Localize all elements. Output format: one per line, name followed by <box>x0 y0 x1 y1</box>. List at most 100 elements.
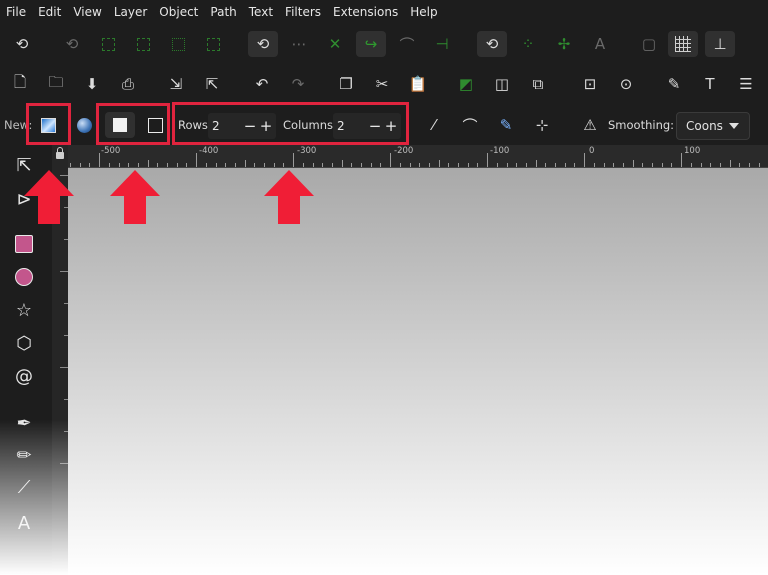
arrow-up-icon <box>110 170 160 224</box>
ruler-tick <box>312 163 314 167</box>
snap-cusp-icon[interactable]: ⌒ <box>397 34 417 54</box>
spiral-tool-icon[interactable]: @ <box>12 364 36 388</box>
menu-filters[interactable]: Filters <box>279 5 327 19</box>
ruler-tick <box>361 163 362 167</box>
smoothing-dropdown[interactable]: Coons <box>676 112 750 140</box>
ruler-label: -300 <box>297 146 317 156</box>
smoothing-label: Smoothing: <box>608 118 675 132</box>
snap-bbox-edge-icon[interactable] <box>98 34 118 54</box>
ruler-tick <box>225 163 227 167</box>
xml-editor-icon[interactable]: ✎ <box>664 74 684 94</box>
snap-guide-icon[interactable]: ⊥ <box>705 31 735 57</box>
menu-view[interactable]: View <box>67 5 107 19</box>
drawing-canvas[interactable] <box>68 168 768 575</box>
menu-object[interactable]: Object <box>153 5 204 19</box>
ruler-tick <box>681 153 683 167</box>
pick-color-icon[interactable]: ✎ <box>496 115 516 135</box>
duplicate-icon[interactable]: ❐ <box>336 74 356 94</box>
ungroup-icon[interactable]: ◫ <box>492 74 512 94</box>
print-icon[interactable]: ⎙ <box>118 74 138 94</box>
ruler-tick <box>555 163 556 167</box>
ruler-tick <box>593 163 595 167</box>
ruler-tick <box>176 163 178 167</box>
text-font-icon[interactable]: T <box>700 74 720 94</box>
ruler-tick <box>234 163 236 167</box>
star-tool-icon[interactable]: ☆ <box>12 298 36 322</box>
ruler-tick <box>477 163 479 167</box>
make-selected-curve-icon[interactable]: ⌒ <box>460 115 480 135</box>
ruler-tick <box>622 163 624 167</box>
scale-mesh-icon[interactable]: ⊹ <box>532 115 552 135</box>
ruler-tick <box>186 163 188 167</box>
ruler-tick <box>661 163 663 167</box>
snap-line-midpoint-icon[interactable]: ⊣ <box>432 34 452 54</box>
ruler-tick <box>632 160 634 167</box>
group-icon[interactable]: ◩ <box>456 74 476 94</box>
undo-icon[interactable]: ↶ <box>252 74 272 94</box>
3d-box-tool-icon[interactable]: ⬡ <box>12 331 36 355</box>
highlight-new-mesh-type <box>26 103 71 145</box>
ruler-tick <box>380 163 382 167</box>
cut-icon[interactable]: ✂ <box>372 74 392 94</box>
ruler-tick <box>719 163 721 167</box>
snap-grid-icon[interactable] <box>668 31 698 57</box>
mesh-conical-icon[interactable] <box>74 115 94 135</box>
snap-bbox-icon[interactable]: ⟲ <box>62 34 82 54</box>
snap-nodes-icon[interactable]: ⟲ <box>248 31 278 57</box>
snap-bbox-center-icon[interactable] <box>168 34 188 54</box>
snap-bbox-corner-icon[interactable] <box>133 34 153 54</box>
snap-bbox-midpoint-icon[interactable] <box>203 34 223 54</box>
snap-path-icon[interactable]: ⋯ <box>289 34 309 54</box>
ellipse-tool-icon[interactable] <box>12 265 36 289</box>
menu-edit[interactable]: Edit <box>32 5 67 19</box>
snap-others-icon[interactable]: ⟲ <box>477 31 507 57</box>
lock-guides-icon[interactable] <box>56 147 64 159</box>
ruler-label: -200 <box>394 146 414 156</box>
ruler-tick <box>506 163 508 167</box>
new-document-icon[interactable]: 🗋 <box>10 73 30 94</box>
ruler-tick <box>535 160 537 167</box>
snap-intersection-icon[interactable]: ✕ <box>325 34 345 54</box>
ruler-tick <box>99 153 101 167</box>
ruler-tick <box>137 163 139 167</box>
paste-icon[interactable]: 📋 <box>408 74 428 94</box>
ruler-tick <box>428 163 430 167</box>
snap-text-baseline-icon[interactable]: A <box>590 34 610 54</box>
menu-file[interactable]: File <box>0 5 32 19</box>
snap-rotation-center-icon[interactable]: ✢ <box>554 34 574 54</box>
zoom-selection-icon[interactable]: ⊡ <box>580 74 600 94</box>
highlight-fill-stroke <box>96 103 170 145</box>
menu-layer[interactable]: Layer <box>108 5 153 19</box>
save-icon[interactable]: ⬇ <box>82 74 102 94</box>
open-file-icon[interactable]: 🗀 <box>46 73 66 94</box>
zoom-drawing-icon[interactable]: ⊙ <box>616 74 636 94</box>
ruler-tick <box>496 163 498 167</box>
ruler-tick <box>244 160 246 167</box>
menu-path[interactable]: Path <box>204 5 242 19</box>
rectangle-tool-icon[interactable] <box>12 232 36 256</box>
ruler-tick <box>283 163 285 167</box>
import-icon[interactable]: ⇲ <box>166 74 186 94</box>
ruler-tick <box>642 163 644 167</box>
snap-toggle-icon[interactable]: ⟲ <box>12 34 32 54</box>
export-icon[interactable]: ⇱ <box>202 74 222 94</box>
ruler-tick <box>574 163 576 167</box>
snap-object-center-icon[interactable]: ⁘ <box>518 34 538 54</box>
menu-extensions[interactable]: Extensions <box>327 5 404 19</box>
ruler-tick <box>739 163 741 167</box>
clone-icon[interactable]: ⧉ <box>528 74 548 94</box>
chevron-down-icon <box>729 123 739 129</box>
make-selected-straight-icon[interactable]: ⁄ <box>424 115 444 135</box>
redo-icon[interactable]: ↷ <box>288 74 308 94</box>
ruler-tick <box>700 163 702 167</box>
snap-smooth-icon[interactable]: ↪ <box>356 31 386 57</box>
menu-text[interactable]: Text <box>243 5 279 19</box>
ruler-tick <box>652 163 653 167</box>
ruler-tick <box>215 163 217 167</box>
ruler-tick <box>448 163 450 167</box>
menu-help[interactable]: Help <box>404 5 443 19</box>
snap-page-border-icon[interactable]: ▢ <box>639 34 659 54</box>
ruler-tick <box>118 163 120 167</box>
ruler-tick <box>710 163 712 167</box>
align-distribute-icon[interactable]: ☰ <box>736 74 756 94</box>
